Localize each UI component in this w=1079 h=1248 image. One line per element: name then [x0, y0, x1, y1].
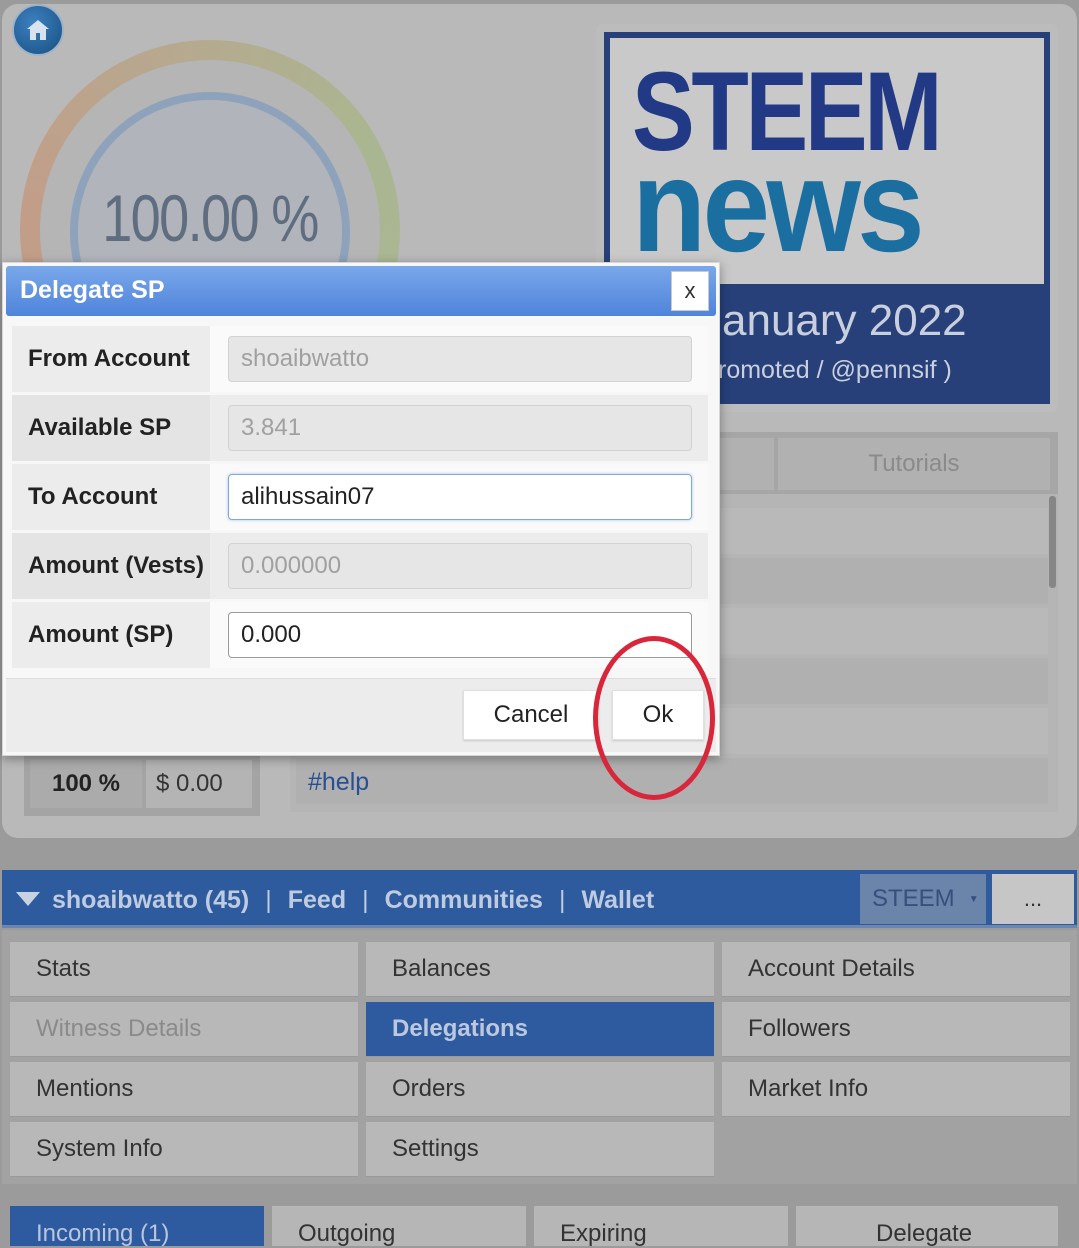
currency-value: STEEM: [872, 885, 955, 912]
menu-delegations[interactable]: Delegations: [366, 1002, 714, 1056]
dialog-title: Delegate SP: [20, 276, 165, 304]
menu-settings[interactable]: Settings: [366, 1122, 714, 1176]
amount-vests-label: Amount (Vests): [12, 533, 210, 599]
ok-button[interactable]: Ok: [612, 690, 704, 740]
caret-down-icon: ▼: [968, 893, 979, 905]
available-sp-field: 3.841: [228, 405, 692, 451]
to-account-row: To Account alihussain07: [12, 464, 708, 530]
from-account-row: From Account shoaibwatto: [12, 326, 708, 392]
list-item[interactable]: [296, 758, 1048, 804]
user-nav: shoaibwatto (45) | Feed | Communities | …: [52, 880, 654, 920]
menu-balances[interactable]: Balances: [366, 942, 714, 996]
menu-market-info[interactable]: Market Info: [722, 1062, 1070, 1116]
gauge-value: 100.00 %: [102, 181, 319, 255]
close-button[interactable]: x: [671, 271, 709, 311]
tab-delegate[interactable]: Delegate: [796, 1206, 1058, 1247]
tag-link[interactable]: #help: [308, 768, 369, 797]
banner-date: January 2022: [700, 296, 967, 345]
menu-followers[interactable]: Followers: [722, 1002, 1070, 1056]
cancel-button[interactable]: Cancel: [463, 690, 599, 740]
nav-separator: |: [265, 885, 272, 914]
menu-orders[interactable]: Orders: [366, 1062, 714, 1116]
nav-separator: |: [558, 885, 566, 914]
nav-separator: |: [362, 885, 369, 914]
amount-vests-row: Amount (Vests) 0.000000: [12, 533, 708, 599]
dropdown-triangle-icon[interactable]: [16, 892, 40, 906]
tab-outgoing[interactable]: Outgoing: [272, 1206, 526, 1247]
menu-mentions[interactable]: Mentions: [10, 1062, 358, 1116]
usd-cell: $ 0.00: [146, 760, 252, 808]
home-button[interactable]: [12, 4, 64, 56]
menu-witness-details[interactable]: Witness Details: [10, 1002, 358, 1056]
scrollbar[interactable]: [1049, 496, 1056, 588]
amount-vests-field: 0.000000: [228, 543, 692, 589]
amount-sp-input[interactable]: 0.000: [228, 612, 692, 658]
nav-wallet[interactable]: Wallet: [581, 886, 654, 915]
amount-sp-row: Amount (SP) 0.000: [12, 602, 708, 668]
currency-select[interactable]: STEEM ▼: [860, 874, 986, 924]
tab-expiring[interactable]: Expiring: [534, 1206, 788, 1247]
available-sp-label: Available SP: [12, 395, 210, 461]
from-account-field: shoaibwatto: [228, 336, 692, 382]
more-button[interactable]: ...: [992, 874, 1074, 924]
from-account-label: From Account: [12, 326, 210, 392]
banner-logo-news: news: [632, 132, 925, 279]
nav-communities[interactable]: Communities: [385, 886, 543, 915]
user-link[interactable]: shoaibwatto (45): [52, 886, 249, 915]
to-account-input[interactable]: alihussain07: [228, 474, 692, 520]
home-icon: [27, 20, 49, 40]
percent-cell: 100 %: [30, 760, 142, 808]
to-account-label: To Account: [12, 464, 210, 530]
menu-system-info[interactable]: System Info: [10, 1122, 358, 1176]
dialog-footer: [6, 678, 716, 752]
menu-stats[interactable]: Stats: [10, 942, 358, 996]
amount-sp-label: Amount (SP): [12, 602, 210, 668]
banner-promo: romoted / @pennsif ): [718, 356, 952, 384]
tab-tutorials[interactable]: Tutorials: [778, 438, 1050, 490]
menu-account-details[interactable]: Account Details: [722, 942, 1070, 996]
tab-incoming[interactable]: Incoming (1): [10, 1206, 264, 1247]
nav-feed[interactable]: Feed: [288, 886, 346, 915]
available-sp-row: Available SP 3.841: [12, 395, 708, 461]
